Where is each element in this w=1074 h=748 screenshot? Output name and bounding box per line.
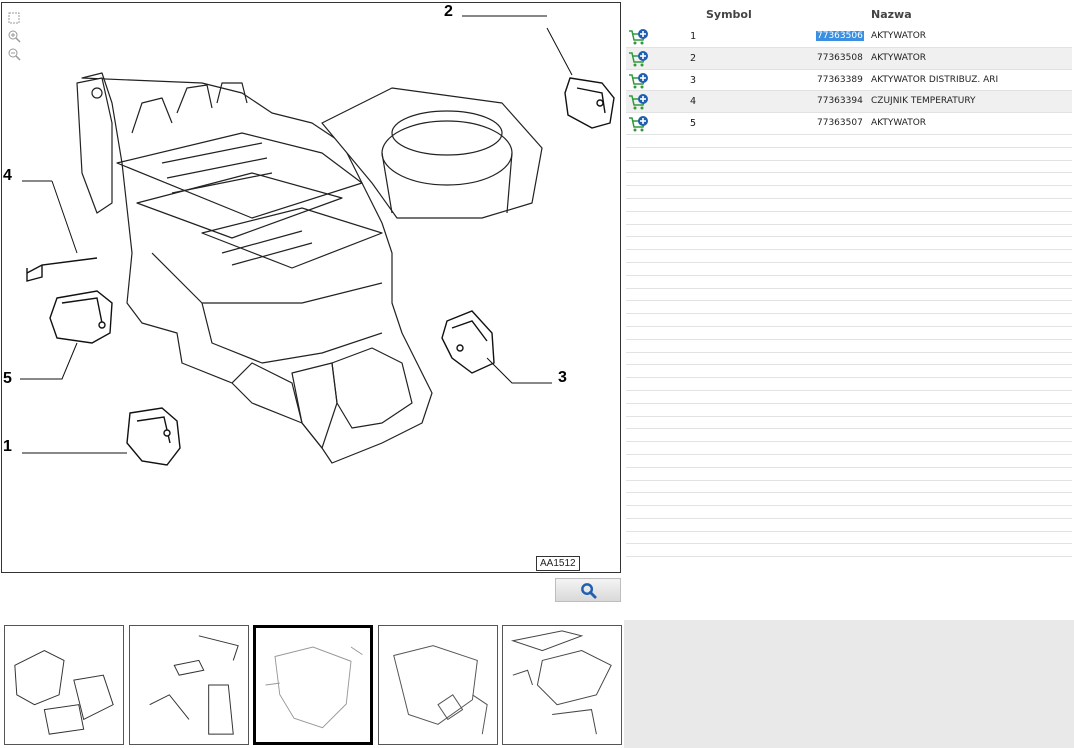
empty-table-row: [626, 493, 1072, 507]
empty-table-row: [626, 173, 1072, 187]
row-part-number[interactable]: 77363389: [816, 75, 864, 85]
row-part-name: AKTYWATOR: [871, 31, 927, 41]
empty-table-row: [626, 276, 1072, 289]
row-part-number[interactable]: 77363507: [816, 118, 864, 128]
search-button[interactable]: [555, 578, 621, 602]
empty-table-row: [626, 212, 1072, 225]
empty-table-row: [626, 365, 1072, 379]
table-row[interactable]: 4 77363394 CZUJNIK TEMPERATURY: [626, 91, 1072, 114]
empty-table-row: [626, 353, 1072, 366]
callout-2[interactable]: 2: [444, 3, 453, 21]
empty-table-row: [626, 340, 1072, 353]
table-header: Symbol Nazwa: [626, 2, 1072, 26]
empty-table-row: [626, 391, 1072, 404]
row-part-number[interactable]: 77363394: [816, 96, 864, 106]
empty-table-row: [626, 135, 1072, 148]
row-symbol: 1: [690, 31, 697, 42]
diagram-thumbnail[interactable]: [502, 625, 622, 745]
diagram-thumbnail[interactable]: [4, 625, 124, 745]
row-part-name: AKTYWATOR: [871, 118, 927, 129]
table-row[interactable]: 3 77363389 AKTYWATOR DISTRIBUZ. ARI: [626, 70, 1072, 92]
empty-table-row: [626, 225, 1072, 238]
callout-5[interactable]: 5: [3, 370, 12, 388]
add-to-cart-icon[interactable]: [628, 28, 650, 46]
empty-table-row: [626, 199, 1072, 212]
empty-table-row: [626, 314, 1072, 327]
thumbnail-strip-background: [624, 620, 1074, 748]
table-row[interactable]: 2 77363508 AKTYWATOR: [626, 47, 1072, 70]
empty-table-row: [626, 301, 1072, 315]
add-to-cart-icon[interactable]: [628, 72, 650, 90]
table-row[interactable]: 5 77363507 AKTYWATOR: [626, 113, 1072, 135]
callout-3[interactable]: 3: [558, 369, 567, 387]
diagram-thumbnail[interactable]: [253, 625, 373, 745]
hvac-assembly-diagram: [20, 15, 615, 466]
empty-table-row: [626, 186, 1072, 199]
fit-icon[interactable]: [7, 11, 21, 25]
empty-table-row: [626, 455, 1072, 468]
table-row[interactable]: 1 77363506 AKTYWATOR: [626, 26, 1072, 48]
empty-table-row: [626, 250, 1072, 263]
row-symbol: 4: [690, 96, 697, 108]
column-header-name: Nazwa: [871, 8, 912, 21]
search-icon: [580, 582, 597, 599]
empty-table-row: [626, 148, 1072, 161]
empty-table-row: [626, 481, 1072, 494]
add-to-cart-icon[interactable]: [628, 93, 650, 111]
empty-table-row: [626, 289, 1072, 302]
callout-1[interactable]: 1: [3, 438, 12, 456]
row-part-name: AKTYWATOR: [871, 52, 927, 63]
empty-table-row: [626, 417, 1072, 430]
column-header-symbol: Symbol: [706, 8, 752, 21]
empty-table-row: [626, 468, 1072, 481]
row-symbol: 5: [690, 118, 697, 130]
empty-table-row: [626, 378, 1072, 391]
row-part-name: AKTYWATOR DISTRIBUZ. ARI: [871, 74, 999, 85]
empty-table-row: [626, 161, 1072, 174]
parts-table: Symbol Nazwa 1 77363506 AKTYWATOR 2 77363508…: [626, 2, 1072, 558]
table-body: 1 77363506 AKTYWATOR 2 77363508 AKTYWATOR 3 773…: [626, 26, 1072, 558]
empty-table-row: [626, 442, 1072, 455]
diagram-thumbnail[interactable]: [377, 625, 498, 745]
row-part-number[interactable]: 77363506: [816, 31, 864, 41]
empty-table-row: [626, 237, 1072, 251]
row-symbol: 3: [690, 74, 697, 86]
row-part-name: CZUJNIK TEMPERATURY: [871, 96, 976, 107]
add-to-cart-icon[interactable]: [628, 115, 650, 133]
empty-table-row: [626, 532, 1072, 545]
empty-table-row: [626, 327, 1072, 340]
callout-4[interactable]: 4: [3, 167, 12, 185]
empty-table-row: [626, 519, 1072, 532]
diagram-thumbnail[interactable]: [128, 625, 249, 745]
empty-table-row: [626, 429, 1072, 443]
empty-table-row: [626, 544, 1072, 558]
zoom-in-icon[interactable]: [7, 29, 21, 43]
empty-table-row: [626, 404, 1072, 417]
diagram-reference-code: AA1512: [536, 556, 580, 571]
row-symbol: 2: [690, 52, 697, 64]
zoom-out-icon[interactable]: [7, 47, 21, 61]
empty-table-row: [626, 263, 1072, 276]
add-to-cart-icon[interactable]: [628, 50, 650, 68]
empty-table-row: [626, 506, 1072, 519]
diagram-viewer[interactable]: 2 4 3 5 1 AA1512: [1, 2, 621, 573]
row-part-number[interactable]: 77363508: [816, 53, 864, 63]
